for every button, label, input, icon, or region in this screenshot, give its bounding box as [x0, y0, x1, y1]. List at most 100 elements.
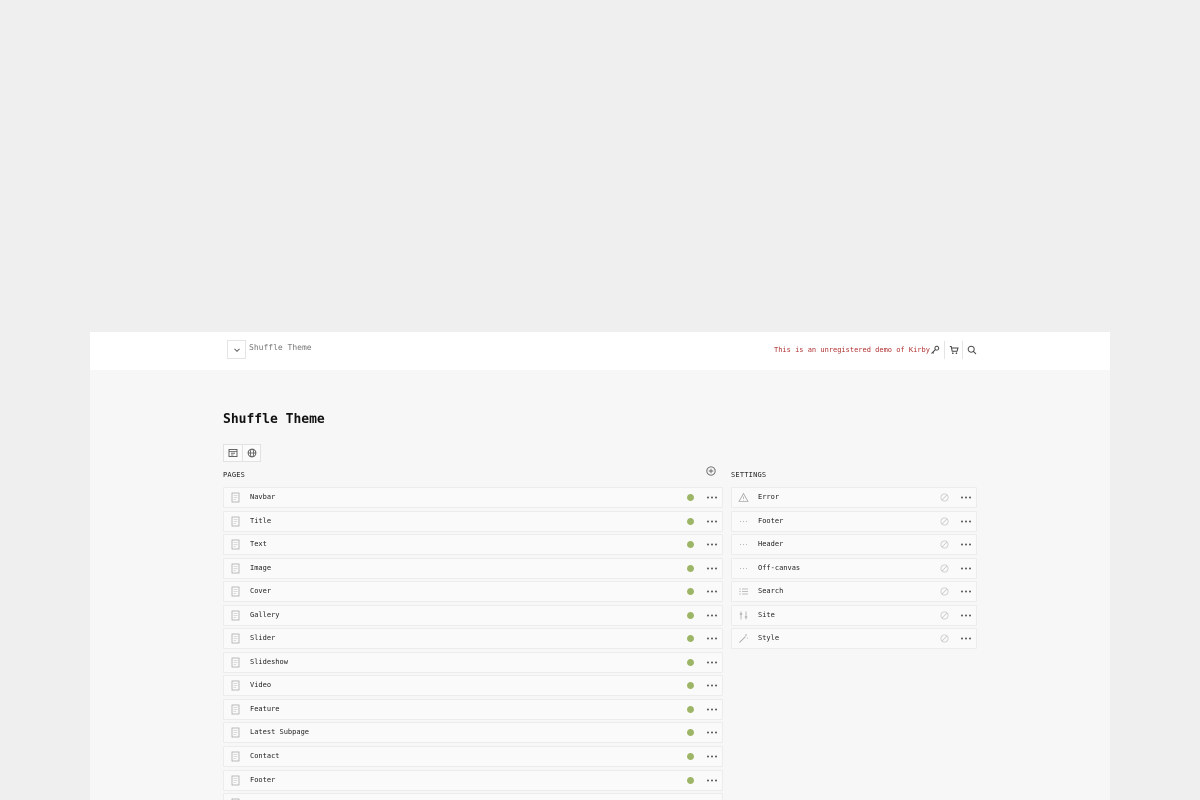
- status-unlisted-icon[interactable]: [940, 634, 949, 643]
- more-options-icon[interactable]: [960, 587, 972, 596]
- status-published-icon[interactable]: [687, 494, 694, 501]
- status-published-icon[interactable]: [687, 682, 694, 690]
- open-site-button[interactable]: [242, 445, 260, 461]
- page-icon: [231, 586, 240, 597]
- more-options-icon[interactable]: [706, 517, 718, 526]
- status-published-icon[interactable]: [687, 729, 694, 737]
- settings-row-header[interactable]: Header: [731, 534, 977, 556]
- chevron-down-icon: [233, 347, 240, 352]
- page-row-contact[interactable]: Contact: [223, 746, 723, 768]
- more-options-icon[interactable]: [960, 517, 972, 526]
- top-tools: [926, 341, 980, 359]
- more-options-icon[interactable]: [706, 705, 718, 714]
- key-icon: [931, 345, 940, 354]
- more-options-icon[interactable]: [960, 634, 972, 643]
- more-options-icon[interactable]: [706, 634, 718, 643]
- page-icon: [231, 657, 240, 668]
- more-options-icon[interactable]: [706, 658, 718, 667]
- status-published-icon[interactable]: [687, 541, 694, 549]
- license-button[interactable]: [926, 341, 944, 359]
- page-row-label: Title: [250, 516, 272, 525]
- status-unlisted-icon[interactable]: [940, 493, 949, 502]
- more-options-icon[interactable]: [706, 493, 718, 502]
- page-row-slider[interactable]: Slider: [223, 628, 723, 650]
- buy-button[interactable]: [944, 341, 962, 359]
- pages-heading: PAGES: [223, 471, 246, 479]
- page-row-title[interactable]: Title: [223, 510, 723, 532]
- page-icon: [231, 563, 240, 574]
- more-options-icon[interactable]: [960, 611, 972, 620]
- status-unlisted-icon[interactable]: [940, 564, 949, 573]
- more-options-icon[interactable]: [960, 493, 972, 502]
- settings-row-label: Off-canvas: [758, 563, 801, 572]
- site-title[interactable]: Shuffle Theme: [249, 343, 312, 352]
- status-published-icon[interactable]: [687, 753, 694, 761]
- unregistered-notice[interactable]: This is an unregistered demo of Kirby: [774, 346, 930, 354]
- settings-row-label: Footer: [758, 516, 784, 525]
- settings-row-label: Header: [758, 540, 784, 549]
- status-published-icon[interactable]: [687, 776, 694, 784]
- menu-button[interactable]: [227, 340, 246, 359]
- page-row-image[interactable]: Image: [223, 557, 723, 579]
- status-published-icon[interactable]: [687, 588, 694, 596]
- page-row-navbar[interactable]: Navbar: [223, 487, 723, 508]
- page-row-video[interactable]: Video: [223, 675, 723, 697]
- page-row-gallery[interactable]: Gallery: [223, 604, 723, 626]
- page-row-label: Feature: [250, 704, 280, 713]
- page-row-text[interactable]: Text: [223, 534, 723, 556]
- settings-row-label: Search: [758, 587, 784, 596]
- page-row-latest-subpage[interactable]: Latest Subpage: [223, 722, 723, 744]
- status-unlisted-icon[interactable]: [940, 611, 949, 620]
- page-row-empty[interactable]: [223, 793, 723, 800]
- status-published-icon[interactable]: [687, 611, 694, 619]
- page-icon: [231, 704, 240, 715]
- page-row-footer[interactable]: Footer: [223, 769, 723, 791]
- page-icon: [231, 610, 240, 621]
- more-options-icon[interactable]: [706, 776, 718, 785]
- page-row-label: Slideshow: [250, 657, 288, 666]
- page-row-feature[interactable]: Feature: [223, 698, 723, 720]
- page-icon: [231, 539, 240, 550]
- more-options-icon[interactable]: [960, 540, 972, 549]
- settings-row-search[interactable]: Search: [731, 581, 977, 603]
- settings-row-footer[interactable]: Footer: [731, 510, 977, 532]
- settings-row-site[interactable]: Site: [731, 604, 977, 626]
- page-row-label: Latest Subpage: [250, 728, 310, 737]
- status-published-icon[interactable]: [687, 564, 694, 572]
- more-options-icon[interactable]: [706, 752, 718, 761]
- settings-heading: SETTINGS: [731, 471, 767, 479]
- status-published-icon[interactable]: [687, 517, 694, 525]
- page-icon: [231, 680, 240, 691]
- settings-row-off-canvas[interactable]: Off-canvas: [731, 557, 977, 579]
- page-view-buttons: [223, 444, 261, 462]
- preview-button[interactable]: [224, 445, 242, 461]
- more-options-icon[interactable]: [706, 564, 718, 573]
- search-icon: [967, 345, 976, 355]
- page-row-label: Text: [250, 540, 267, 549]
- page-icon: [231, 775, 240, 785]
- page-row-label: Contact: [250, 752, 280, 761]
- status-published-icon[interactable]: [687, 658, 694, 666]
- more-options-icon[interactable]: [706, 681, 718, 690]
- more-options-icon[interactable]: [706, 611, 718, 620]
- more-options-icon[interactable]: [960, 564, 972, 573]
- more-options-icon[interactable]: [706, 540, 718, 549]
- page-row-slideshow[interactable]: Slideshow: [223, 651, 723, 673]
- status-published-icon[interactable]: [687, 705, 694, 713]
- status-unlisted-icon[interactable]: [940, 587, 949, 596]
- more-options-icon[interactable]: [706, 587, 718, 596]
- settings-row-style[interactable]: Style: [731, 628, 977, 650]
- search-button[interactable]: [962, 341, 980, 359]
- add-page-icon[interactable]: [706, 466, 716, 476]
- status-unlisted-icon[interactable]: [940, 517, 949, 526]
- more-options-icon[interactable]: [706, 728, 718, 737]
- dots-icon: [739, 543, 748, 546]
- status-published-icon[interactable]: [687, 635, 694, 643]
- page-row-label: Image: [250, 563, 272, 572]
- settings-row-error[interactable]: Error: [731, 487, 977, 508]
- page-row-cover[interactable]: Cover: [223, 581, 723, 603]
- dots-icon: [739, 520, 748, 522]
- status-unlisted-icon[interactable]: [940, 540, 949, 549]
- globe-icon: [247, 448, 256, 458]
- cart-icon: [949, 346, 959, 354]
